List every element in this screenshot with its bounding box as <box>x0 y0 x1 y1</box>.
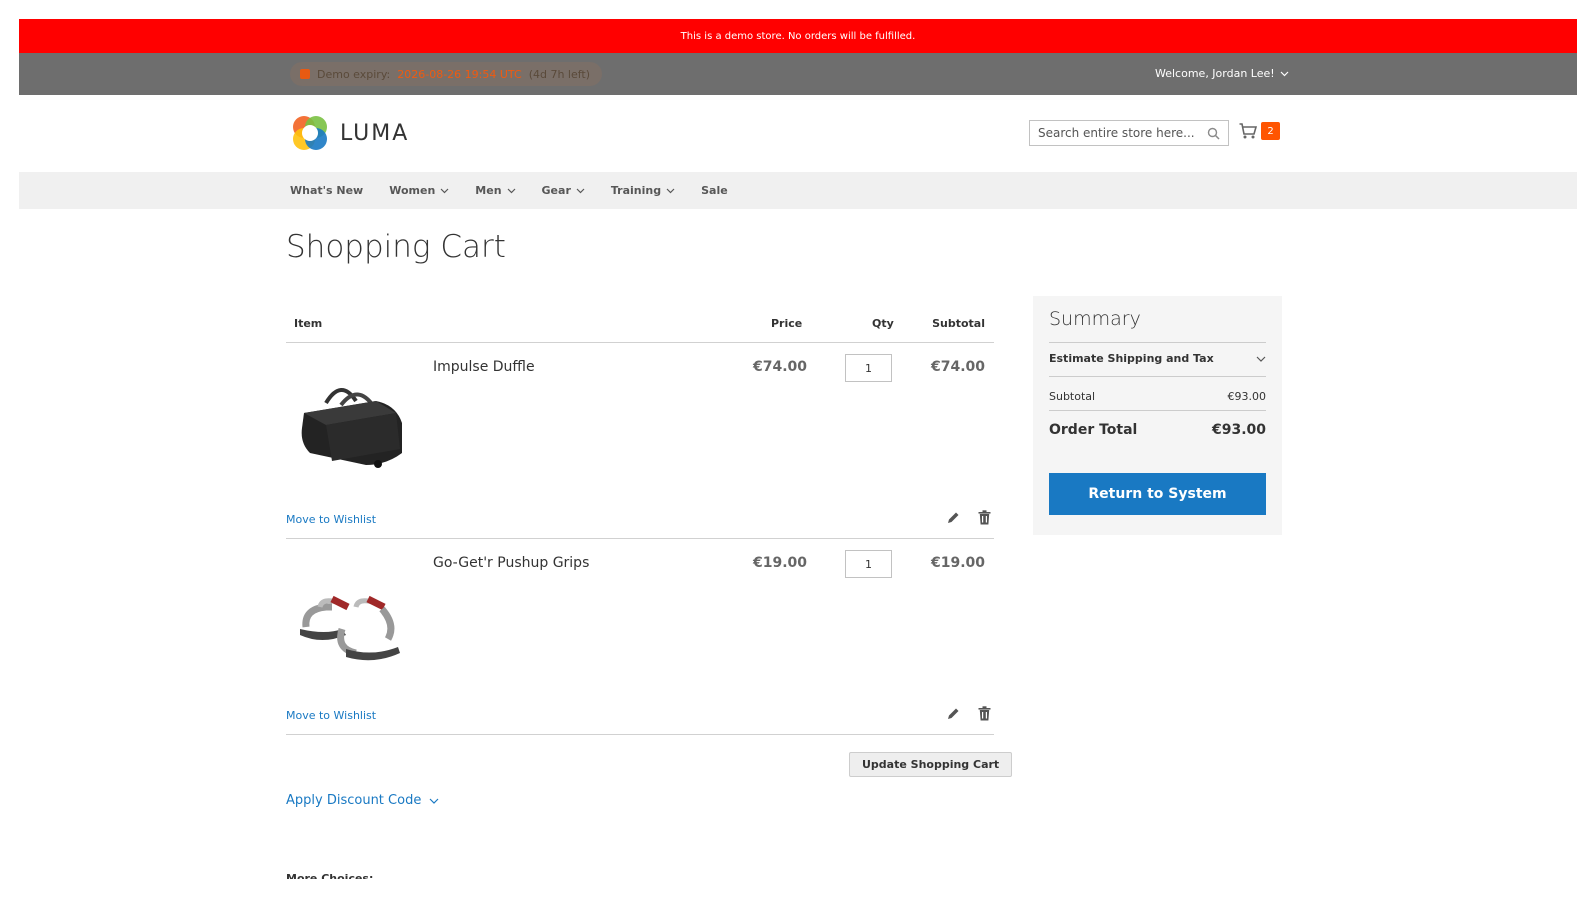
chevron-down-icon <box>507 188 515 193</box>
demo-notice-bar: This is a demo store. No orders will be … <box>19 19 1577 53</box>
site-header: LUMA 2 <box>19 95 1577 172</box>
nav-item-gear[interactable]: Gear <box>542 184 585 197</box>
header-price: Price <box>771 317 803 330</box>
nav-item-women[interactable]: Women <box>389 184 449 197</box>
nav-label: What's New <box>290 184 364 197</box>
chevron-down-icon <box>429 798 439 804</box>
search-box <box>1029 120 1229 146</box>
summary-title: Summary <box>1049 308 1141 330</box>
page-title: Shopping Cart <box>286 229 506 265</box>
order-total-label: Order Total <box>1049 422 1138 438</box>
discount-label: Apply Discount Code <box>286 793 422 808</box>
chevron-down-icon <box>666 188 675 193</box>
expiry-square-icon <box>300 69 310 79</box>
apply-discount-toggle[interactable]: Apply Discount Code <box>286 793 439 808</box>
summary-divider <box>1049 376 1266 377</box>
summary-divider <box>1049 342 1266 343</box>
logo-text: LUMA <box>340 120 410 146</box>
trash-icon[interactable] <box>978 706 991 721</box>
edit-pencil-icon[interactable] <box>946 511 960 525</box>
move-to-wishlist-link[interactable]: Move to Wishlist <box>286 709 376 722</box>
header-subtotal: Subtotal <box>932 317 985 330</box>
estimate-shipping-toggle[interactable]: Estimate Shipping and Tax <box>1049 352 1266 365</box>
estimate-label: Estimate Shipping and Tax <box>1049 352 1214 365</box>
search-input[interactable] <box>1038 126 1208 140</box>
welcome-text: Welcome, Jordan Lee! <box>1155 67 1275 80</box>
item-subtotal: €19.00 <box>930 555 985 571</box>
subtotal-label: Subtotal <box>1049 390 1096 403</box>
order-summary: Summary Estimate Shipping and Tax Subtot… <box>1033 296 1282 535</box>
nav-label: Men <box>475 184 502 197</box>
chevron-down-icon <box>440 188 449 193</box>
cart-icon <box>1239 123 1257 139</box>
order-total-value: €93.00 <box>1211 422 1266 438</box>
nav-label: Sale <box>701 184 728 197</box>
luma-logo[interactable]: LUMA <box>290 113 409 153</box>
qty-input[interactable] <box>845 550 892 578</box>
cart-table: Item Price Qty Subtotal Impulse Duffle €… <box>286 309 994 735</box>
return-to-system-button[interactable]: Return to System <box>1049 473 1266 515</box>
nav-item-whats-new[interactable]: What's New <box>290 184 363 197</box>
demo-expiry-badge: Demo expiry: 2026-08-26 19:54 UTC (4d 7h… <box>290 62 603 86</box>
trash-icon[interactable] <box>978 510 991 525</box>
item-price: €19.00 <box>753 555 808 571</box>
move-to-wishlist-link[interactable]: Move to Wishlist <box>286 513 376 526</box>
nav-item-men[interactable]: Men <box>475 184 515 197</box>
page-frame: This is a demo store. No orders will be … <box>19 19 1577 914</box>
duffle-bag-image[interactable] <box>296 373 406 473</box>
product-name-link[interactable]: Impulse Duffle <box>433 359 535 375</box>
nav-item-sale[interactable]: Sale <box>701 184 728 197</box>
expiry-date: 2026-08-26 19:54 UTC <box>397 67 522 81</box>
update-shopping-cart-button[interactable]: Update Shopping Cart <box>849 752 1013 777</box>
expiry-left: (4d 7h left) <box>528 67 591 81</box>
cart-item-row: Go-Get'r Pushup Grips €19.00 €19.00 Move… <box>286 539 994 735</box>
nav-label: Gear <box>541 184 571 197</box>
chevron-down-icon <box>576 188 585 193</box>
nav-item-training[interactable]: Training <box>611 184 675 197</box>
search-icon[interactable] <box>1207 127 1220 140</box>
expiry-label: Demo expiry: <box>317 67 391 81</box>
item-subtotal: €74.00 <box>930 359 985 375</box>
more-choices-heading: More Choices: <box>286 872 374 879</box>
nav-label: Training <box>610 184 662 197</box>
product-name-link[interactable]: Go-Get'r Pushup Grips <box>433 555 589 571</box>
mini-cart[interactable]: 2 <box>1239 122 1280 140</box>
demo-notice-text: This is a demo store. No orders will be … <box>680 30 916 42</box>
top-bar: Demo expiry: 2026-08-26 19:54 UTC (4d 7h… <box>19 53 1577 95</box>
cart-item-row: Impulse Duffle €74.00 €74.00 Move to Wis… <box>286 343 994 539</box>
order-total-row: Order Total €93.00 <box>1049 422 1266 438</box>
main-nav: What's New Women Men Gear Training Sale <box>19 172 1577 209</box>
header-qty: Qty <box>872 317 894 330</box>
chevron-down-icon <box>1280 71 1289 76</box>
luma-logo-icon <box>293 116 327 150</box>
summary-divider <box>1049 410 1266 411</box>
header-item: Item <box>294 317 323 330</box>
welcome-menu[interactable]: Welcome, Jordan Lee! <box>1155 67 1289 80</box>
nav-label: Women <box>389 184 436 197</box>
chevron-down-icon <box>1256 356 1266 362</box>
cart-count-badge: 2 <box>1261 122 1280 140</box>
qty-input[interactable] <box>845 354 892 382</box>
edit-pencil-icon[interactable] <box>946 707 960 721</box>
subtotal-value: €93.00 <box>1227 390 1267 403</box>
cart-table-header: Item Price Qty Subtotal <box>286 309 994 343</box>
summary-subtotal-row: Subtotal €93.00 <box>1049 390 1266 403</box>
item-price: €74.00 <box>753 359 808 375</box>
pushup-grips-image[interactable] <box>296 569 406 669</box>
